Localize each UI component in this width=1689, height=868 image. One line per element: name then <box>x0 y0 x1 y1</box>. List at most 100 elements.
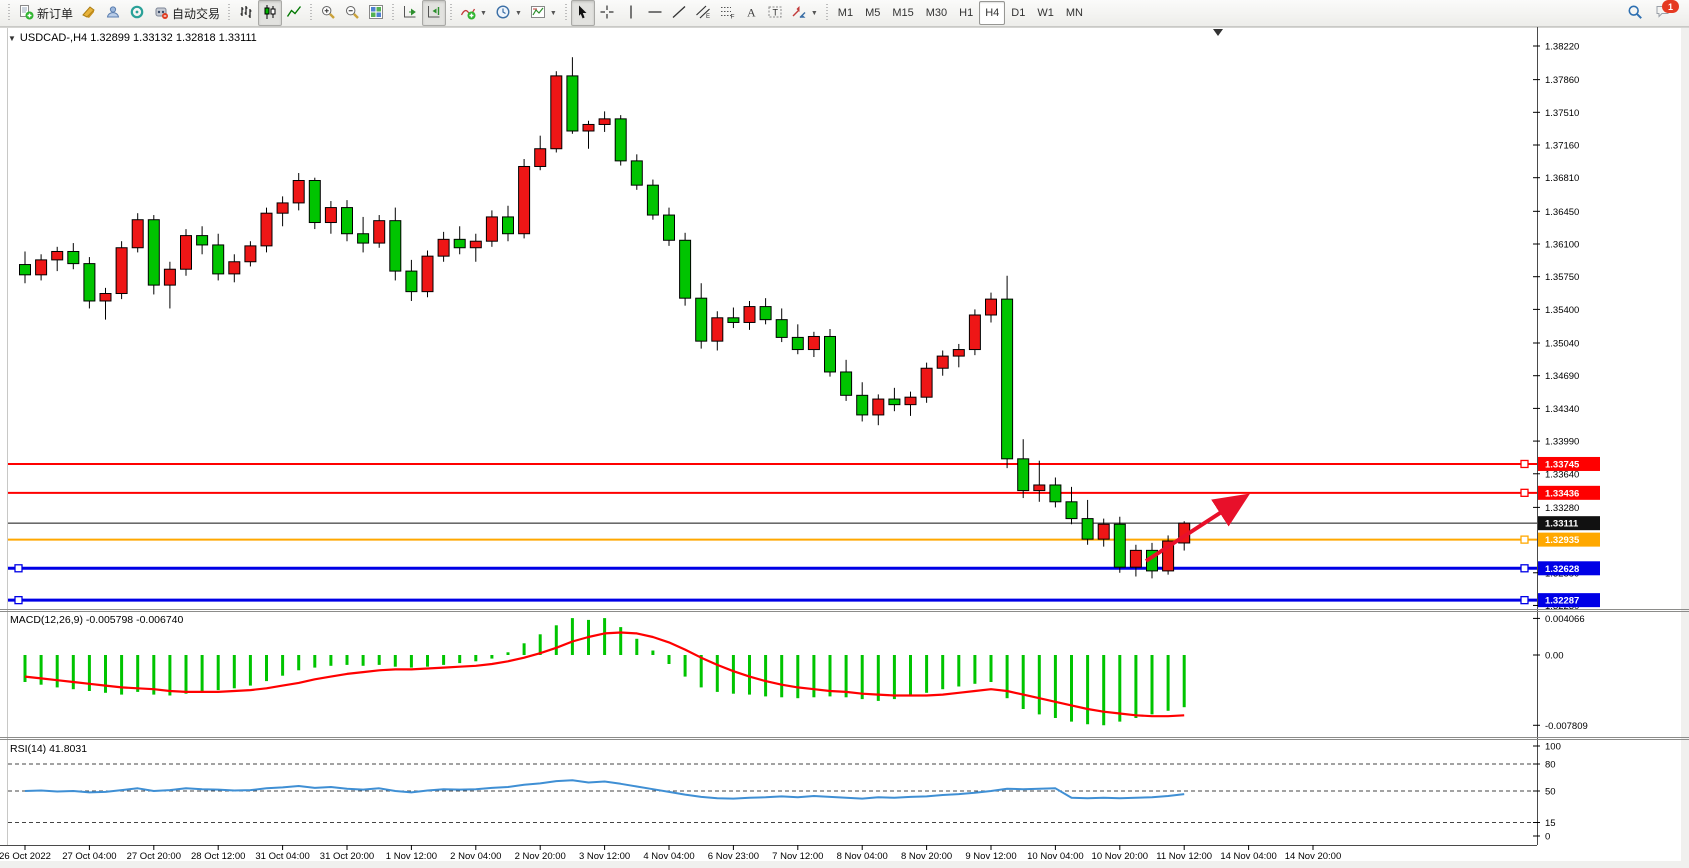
timeframe-mn-button[interactable]: MN <box>1060 1 1089 25</box>
timeframe-w1-button[interactable]: W1 <box>1031 1 1060 25</box>
profile-icon <box>105 4 121 23</box>
templates-button[interactable]: ▼ <box>526 0 561 26</box>
arrows-icon <box>791 4 807 23</box>
timeframe-m5-button[interactable]: M5 <box>859 1 886 25</box>
autotrade-button[interactable]: 自动交易 <box>149 0 224 26</box>
toolbar-grip[interactable] <box>449 4 453 22</box>
chevron-down-icon: ▼ <box>8 34 16 43</box>
candle-body <box>52 251 63 259</box>
candle-body <box>696 298 707 341</box>
candles-chart-button[interactable] <box>258 0 282 26</box>
toolbar-grip[interactable] <box>309 4 313 22</box>
indicators-button[interactable]: ▼ <box>456 0 491 26</box>
candle-body <box>728 318 739 323</box>
price-tick-label: 1.35750 <box>1545 272 1579 283</box>
candle-body <box>1066 502 1077 519</box>
crosshair-button[interactable] <box>595 0 619 26</box>
candle-body <box>664 215 675 240</box>
candle-body <box>953 350 964 357</box>
new-order-button[interactable]: 新订单 <box>14 0 77 26</box>
price-tick-label: 1.38220 <box>1545 42 1579 53</box>
toolbar-grip[interactable] <box>564 4 568 22</box>
toolbar-grip[interactable] <box>825 4 829 22</box>
candle-body <box>358 234 369 243</box>
label-button[interactable]: T <box>763 0 787 26</box>
new-order-icon <box>18 4 34 23</box>
market-watch-button[interactable] <box>125 0 149 26</box>
rsi-axis-label: 50 <box>1545 787 1556 798</box>
line-handle[interactable] <box>1521 536 1528 543</box>
horizontal-line-button[interactable] <box>643 0 667 26</box>
zoom-in-button[interactable] <box>316 0 340 26</box>
candle-body <box>986 299 997 315</box>
candle-body <box>776 320 787 338</box>
indicators-icon <box>460 4 476 23</box>
toolbar-grip[interactable] <box>391 4 395 22</box>
candle-body <box>937 356 948 368</box>
vline-icon <box>623 4 639 23</box>
rsi-indicator-label: RSI(14) 41.8031 <box>10 743 87 755</box>
fibonacci-button[interactable]: F <box>715 0 739 26</box>
cursor-icon <box>575 4 591 23</box>
candle-body <box>181 236 192 270</box>
line-handle[interactable] <box>1521 597 1528 604</box>
candle-body <box>969 315 980 350</box>
line-handle[interactable] <box>1521 489 1528 496</box>
svg-text:E: E <box>706 14 710 20</box>
new-order-label: 新订单 <box>37 5 73 22</box>
time-tick-label: 2 Nov 04:00 <box>450 851 501 862</box>
timeframe-h1-button[interactable]: H1 <box>953 1 979 25</box>
channel-button[interactable]: E <box>691 0 715 26</box>
price-tick-label: 1.33280 <box>1545 503 1579 514</box>
vertical-line-button[interactable] <box>619 0 643 26</box>
toolbar-grip[interactable] <box>227 4 231 22</box>
chart-shift-icon <box>426 4 442 23</box>
chart-shift-button[interactable] <box>422 0 446 26</box>
zoom-out-button[interactable] <box>340 0 364 26</box>
cursor-button[interactable] <box>571 0 595 26</box>
candle-body <box>583 124 594 131</box>
candle-body <box>132 220 143 248</box>
zoom-in-icon <box>320 4 336 23</box>
line-handle[interactable] <box>15 565 22 572</box>
crosshair-icon <box>599 4 615 23</box>
search-button[interactable] <box>1623 0 1647 26</box>
arrows-button[interactable]: ▼ <box>787 0 822 26</box>
candle-body <box>1082 519 1093 540</box>
timeframe-d1-button[interactable]: D1 <box>1005 1 1031 25</box>
line-chart-button[interactable] <box>282 0 306 26</box>
journal-button[interactable] <box>77 0 101 26</box>
timeframe-m30-button[interactable]: M30 <box>920 1 953 25</box>
timeframe-m15-button[interactable]: M15 <box>886 1 919 25</box>
notifications-button[interactable]: 1 <box>1655 3 1675 23</box>
candle-body <box>309 180 320 222</box>
svg-text:A: A <box>747 5 756 19</box>
periods-button[interactable]: ▼ <box>491 0 526 26</box>
profile-button[interactable] <box>101 0 125 26</box>
timeframe-h4-button[interactable]: H4 <box>979 1 1005 25</box>
price-tick-label: 1.34340 <box>1545 404 1579 415</box>
trendline-button[interactable] <box>667 0 691 26</box>
chart-title[interactable]: ▼USDCAD-,H4 1.32899 1.33132 1.32818 1.33… <box>8 32 257 44</box>
time-tick-label: 27 Oct 04:00 <box>62 851 116 862</box>
candle-body <box>20 265 31 275</box>
price-tick-label: 1.36450 <box>1545 207 1579 218</box>
time-tick-label: 27 Oct 20:00 <box>127 851 181 862</box>
price-line-label-text: 1.32287 <box>1545 596 1579 607</box>
candle-body <box>36 260 47 275</box>
candle-body <box>100 294 111 301</box>
auto-scroll-button[interactable] <box>398 0 422 26</box>
text-button[interactable]: A <box>739 0 763 26</box>
candle-body <box>744 307 755 323</box>
trendline-icon <box>671 4 687 23</box>
line-handle[interactable] <box>1521 565 1528 572</box>
time-tick-label: 31 Oct 04:00 <box>255 851 309 862</box>
tile-windows-button[interactable] <box>364 0 388 26</box>
candle-body <box>889 399 900 405</box>
line-handle[interactable] <box>15 597 22 604</box>
chevron-down-icon: ▼ <box>550 10 557 17</box>
line-handle[interactable] <box>1521 460 1528 467</box>
bars-chart-button[interactable] <box>234 0 258 26</box>
toolbar-grip[interactable] <box>7 4 11 22</box>
timeframe-m1-button[interactable]: M1 <box>832 1 859 25</box>
